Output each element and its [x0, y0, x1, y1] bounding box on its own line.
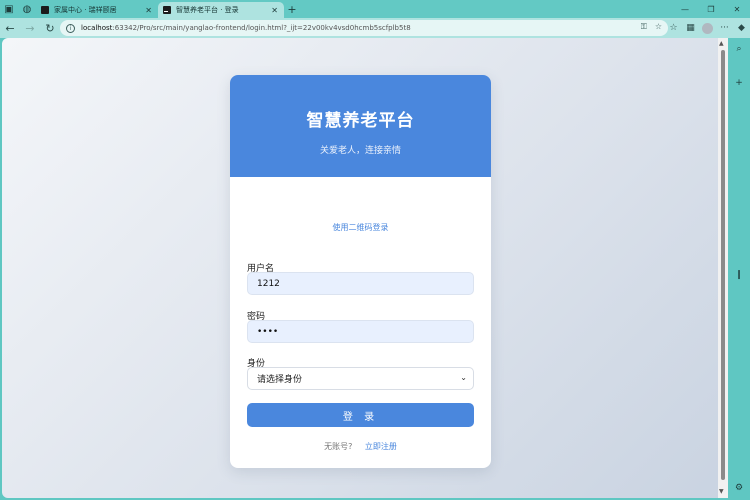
more-menu-icon[interactable]: ··· [716, 23, 733, 33]
sidebar-toggle-icon[interactable]: ▣ [0, 0, 18, 18]
register-link[interactable]: 立即注册 [365, 442, 397, 451]
minimize-icon[interactable]: — [672, 0, 698, 18]
favorites-icon[interactable]: ☆ [665, 23, 682, 33]
username-value: 1212 [257, 278, 280, 289]
scrollbar-thumb[interactable] [721, 50, 725, 480]
qr-login-link[interactable]: 使用二维码登录 [230, 222, 491, 233]
scroll-up-icon[interactable]: ▲ [719, 40, 724, 47]
back-arrow-icon[interactable]: ← [0, 18, 20, 38]
tab-close-icon[interactable]: ✕ [145, 6, 152, 15]
login-card: 智慧养老平台 关爱老人，连接亲情 使用二维码登录 用户名 1212 密码 •••… [230, 75, 491, 468]
scroll-down-icon[interactable]: ▼ [719, 488, 724, 495]
copilot-icon[interactable]: ◆ [733, 23, 750, 33]
browser-extension-icon[interactable]: ▦ [682, 23, 699, 33]
window-controls: — ❐ ✕ [672, 0, 750, 18]
favorite-star-icon[interactable]: ☆ [655, 22, 662, 32]
tab-close-icon[interactable]: ✕ [271, 6, 278, 15]
page-title: 智慧养老平台 [306, 111, 415, 131]
settings-icon[interactable]: ⚙ [728, 483, 750, 493]
tab-favicon-icon [41, 6, 49, 14]
edge-sidebar: ⌕ + ❙ ⚙ [728, 38, 750, 500]
username-input[interactable]: 1212 [247, 272, 474, 295]
url-path: :63342/Pro/src/main/yanglao-frontend/log… [112, 24, 411, 32]
browser-toolbar: ← → ↻ i localhost:63342/Pro/src/main/yan… [0, 18, 750, 38]
address-url[interactable]: localhost:63342/Pro/src/main/yanglao-fro… [81, 24, 411, 32]
tab-label: 家属中心 · 瑞祥颐居 [54, 6, 117, 14]
chevron-down-icon: ⌄ [460, 373, 467, 382]
role-select[interactable]: 请选择身份 ⌄ [247, 367, 474, 390]
workspaces-globe-icon[interactable]: ◍ [18, 0, 36, 18]
key-icon[interactable]: ⚿ [641, 22, 647, 32]
tab-login[interactable]: 智慧养老平台 · 登录 ✕ [158, 2, 284, 18]
close-window-icon[interactable]: ✕ [724, 0, 750, 18]
page-scrollbar[interactable]: ▲ ▼ [718, 38, 728, 498]
reload-icon[interactable]: ↻ [40, 18, 60, 38]
restore-icon[interactable]: ❐ [698, 0, 724, 18]
browser-tab-bar: ▣ ◍ 家属中心 · 瑞祥颐居 ✕ 智慧养老平台 · 登录 ✕ + — ❐ ✕ [0, 0, 750, 18]
address-bar[interactable]: i localhost:63342/Pro/src/main/yanglao-f… [60, 20, 668, 36]
card-header: 智慧养老平台 关爱老人，连接亲情 [230, 75, 491, 177]
search-icon[interactable]: ⌕ [728, 44, 750, 54]
url-host: localhost [81, 24, 113, 32]
site-info-icon[interactable]: i [66, 23, 75, 33]
tab-label: 智慧养老平台 · 登录 [176, 6, 239, 14]
add-icon[interactable]: + [728, 78, 750, 88]
login-button[interactable]: 登 录 [247, 403, 474, 427]
profile-avatar[interactable] [702, 22, 713, 34]
new-tab-icon[interactable]: + [284, 3, 300, 16]
tab-favicon-icon [163, 6, 171, 14]
tab-family-center[interactable]: 家属中心 · 瑞祥颐居 ✕ [36, 2, 158, 18]
password-value: •••• [257, 326, 279, 337]
role-select-value: 请选择身份 [257, 375, 303, 385]
login-button-label: 登 录 [342, 411, 379, 423]
page-subtitle: 关爱老人，连接亲情 [319, 146, 401, 156]
register-prompt: 无账号? 立即注册 [230, 441, 491, 452]
no-account-text: 无账号? [324, 442, 353, 451]
forward-arrow-icon[interactable]: → [20, 18, 40, 38]
page-viewport: 智慧养老平台 关爱老人，连接亲情 使用二维码登录 用户名 1212 密码 •••… [2, 38, 728, 498]
password-input[interactable]: •••• [247, 320, 474, 343]
sidebar-handle-icon[interactable]: ❙ [728, 270, 750, 280]
